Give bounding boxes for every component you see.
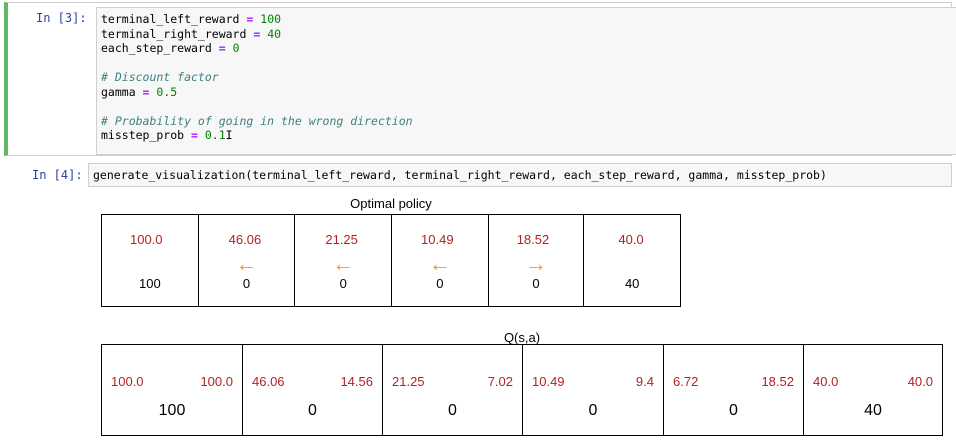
- q-left-value: 40.0: [813, 374, 839, 389]
- q-cell: 100.0 100.0 100: [102, 345, 243, 435]
- left-arrow-icon: ←: [428, 251, 451, 276]
- q-left-value: 100.0: [111, 374, 144, 389]
- code-line: gamma = 0.5: [101, 84, 178, 99]
- code-cell-3[interactable]: In [3]: terminal_left_reward = 100 termi…: [4, 2, 956, 156]
- q-cell: 21.25 7.02 0: [383, 345, 523, 435]
- policy-title: Optimal policy: [350, 196, 432, 211]
- code-cell-4[interactable]: generate_visualization(terminal_left_rew…: [88, 163, 952, 187]
- state-reward: 0: [532, 276, 540, 291]
- q-title: Q(s,a): [503, 330, 541, 345]
- state-reward: 100: [138, 276, 161, 291]
- policy-cell: 40.0 40: [584, 215, 680, 306]
- state-reward: 0: [436, 276, 444, 291]
- policy-cell: 21.25 ← 0: [295, 215, 393, 306]
- q-right-value: 9.4: [635, 374, 654, 389]
- right-arrow-icon: →: [525, 251, 548, 276]
- policy-grid: 100.0 100 46.06 ← 0 21.25 ← 0 10.49 ← 0 …: [101, 214, 681, 307]
- q-cell: 10.49 9.4 0: [523, 345, 664, 435]
- state-value: 18.52: [516, 232, 550, 247]
- policy-cell: 18.52 → 0: [489, 215, 585, 306]
- q-right-value: 18.52: [761, 374, 794, 389]
- policy-cell: 46.06 ← 0: [199, 215, 296, 306]
- q-cell: 40.0 40.0 40: [804, 345, 942, 435]
- state-reward: 100: [158, 402, 186, 419]
- q-right-value: 40.0: [907, 374, 933, 389]
- q-left-value: 46.06: [252, 374, 285, 389]
- left-arrow-icon: ←: [332, 251, 355, 276]
- code-comment: # Discount factor: [101, 70, 219, 84]
- q-right-value: 100.0: [200, 374, 233, 389]
- q-left-value: 6.72: [673, 374, 699, 389]
- q-left-value: 21.25: [392, 374, 425, 389]
- q-cell: 46.06 14.56 0: [243, 345, 383, 435]
- code-line: misstep_prob = 0.1I: [101, 128, 233, 142]
- q-right-value: 14.56: [340, 374, 373, 389]
- state-reward: 0: [339, 276, 347, 291]
- text-cursor-icon: I: [225, 128, 233, 142]
- state-value: 21.25: [325, 232, 358, 247]
- state-value: 40.0: [618, 232, 644, 247]
- left-arrow-icon: ←: [235, 251, 258, 276]
- code-line: terminal_left_reward = 100: [101, 12, 282, 26]
- state-reward: 0: [308, 402, 317, 419]
- cell-prompt: In [3]:: [36, 11, 87, 25]
- q-left-value: 10.49: [532, 374, 565, 389]
- policy-cell: 100.0 100: [102, 215, 199, 306]
- state-reward: 0: [242, 276, 251, 291]
- state-reward: 0: [448, 402, 457, 419]
- state-reward: 40: [624, 276, 640, 291]
- state-value: 10.49: [421, 232, 454, 247]
- policy-cell: 10.49 ← 0: [392, 215, 489, 306]
- q-cell: 6.72 18.52 0: [664, 345, 804, 435]
- code-line: each_step_reward = 0: [101, 41, 240, 55]
- state-reward: 0: [588, 402, 598, 419]
- state-reward: 40: [864, 402, 882, 419]
- state-value: 100.0: [130, 232, 163, 247]
- cell-prompt: In [4]:: [32, 168, 83, 182]
- state-value: 46.06: [228, 232, 262, 247]
- code-comment: # Probability of going in the wrong dire…: [101, 113, 413, 128]
- state-reward: 0: [729, 402, 738, 419]
- code-line: terminal_right_reward = 40: [101, 26, 282, 41]
- code-editor[interactable]: terminal_left_reward = 100 terminal_righ…: [96, 7, 956, 155]
- q-right-value: 7.02: [487, 374, 513, 389]
- code-line: generate_visualization(terminal_left_rew…: [93, 168, 827, 182]
- q-grid: 100.0 100.0 100 46.06 14.56 0 21.25 7.02…: [101, 344, 943, 436]
